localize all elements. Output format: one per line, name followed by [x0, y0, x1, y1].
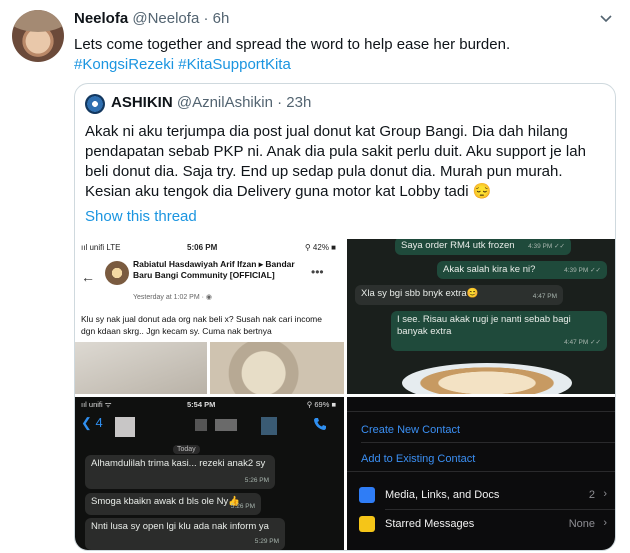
chat-bubble: Alhamdulilah trima kasi... rezeki anak2 …	[85, 455, 275, 489]
show-thread-link[interactable]: Show this thread	[85, 208, 197, 225]
hashtag-link[interactable]: #KongsiRezeki	[74, 56, 174, 73]
chat-message: I see. Risau akak rugi je nanti sebab ba…	[397, 314, 571, 337]
battery-label: ⚲ 42% ■	[304, 243, 336, 252]
starred-messages-row: Starred Messages None ›	[347, 512, 615, 536]
post-time: Yesterday at 1:02 PM · ◉	[133, 294, 212, 301]
photo-icon	[359, 487, 375, 503]
separator-dot: ·	[203, 10, 209, 27]
quoted-time: 23h	[286, 94, 312, 111]
divider	[385, 509, 615, 510]
quoted-author-handle: @AznilAshikin	[176, 94, 273, 111]
separator-dot: ·	[277, 94, 283, 111]
hashtag-row: #KongsiRezeki #KitaSupportKita	[74, 55, 291, 75]
post-text: Klu sy nak jual donut ada org nak beli x…	[81, 314, 322, 336]
post-photo	[210, 342, 344, 394]
divider	[361, 442, 615, 443]
redacted-block	[261, 417, 277, 435]
clock-label: 5:54 PM	[187, 400, 216, 409]
clock-label: 5:06 PM	[187, 243, 218, 252]
author-name[interactable]: Neelofa	[74, 10, 128, 27]
chat-message: Alhamdulilah trima kasi... rezeki anak2 …	[91, 458, 266, 469]
status-bar: ııl unifi LTE 5:06 PM ⚲ 42% ■	[75, 239, 344, 255]
hashtag-link[interactable]: #KitaSupportKita	[178, 56, 291, 73]
row-label: Starred Messages	[385, 518, 475, 530]
divider	[347, 411, 615, 412]
row-label: Media, Links, and Docs	[385, 489, 500, 501]
chevron-right-icon: ›	[603, 488, 607, 500]
battery-label: ⚲ 69% ■	[306, 400, 336, 409]
divider	[347, 471, 615, 472]
tweet: Neelofa @Neelofa · 6h Lets come together…	[0, 0, 630, 553]
redacted-block	[215, 419, 237, 431]
media-grid: ııl unifi LTE 5:06 PM ⚲ 42% ■ ← Rabiatul…	[75, 239, 615, 550]
chat-message: Akak salah kira ke ni?	[443, 264, 536, 275]
status-bar: ııl unifi ᯤ 5:54 PM ⚲ 69% ■	[75, 397, 344, 411]
back-button: ❮ 4	[81, 415, 103, 430]
chat-time: 5:29 PM	[254, 538, 279, 545]
chat-bubble: Akak salah kira ke ni? 4:39 PM ✓✓	[437, 261, 607, 279]
chat-time: 4:47 PM	[532, 293, 557, 300]
redacted-block	[115, 417, 135, 437]
date-divider: Today	[173, 445, 200, 454]
tweet-header: Neelofa @Neelofa · 6h	[74, 10, 229, 27]
chevron-right-icon: ›	[603, 517, 607, 529]
chat-bubble: Saya order RM4 utk frozen 4:39 PM ✓✓	[395, 239, 571, 255]
chat-message: Smoga kbaikn awak d bls ole Ny👍	[91, 496, 241, 507]
quoted-author-name: ASHIKIN	[111, 94, 173, 111]
chat-message: Xla sy bgi sbb bnyk extra😊	[361, 288, 479, 299]
chat-bubble: Nnti lusa sy open lgi klu ada nak inform…	[85, 518, 285, 550]
add-existing-contact-link: Add to Existing Contact	[361, 453, 476, 465]
chat-bubble: Smoga kbaikn awak d bls ole Ny👍 5:26 PM	[85, 493, 261, 515]
tweet-text: Lets come together and spread the word t…	[74, 36, 511, 53]
media-image-facebook-post[interactable]: ııl unifi LTE 5:06 PM ⚲ 42% ■ ← Rabiatul…	[75, 239, 344, 394]
quoted-header: ASHIKIN @AznilAshikin · 23h	[111, 94, 311, 111]
poster-avatar	[105, 261, 129, 285]
chat-time: 4:39 PM ✓✓	[528, 243, 565, 250]
quoted-avatar[interactable]	[85, 94, 105, 114]
donut-photo	[402, 363, 572, 394]
chat-bubble: I see. Risau akak rugi je nanti sebab ba…	[391, 311, 607, 351]
chat-message: Saya order RM4 utk frozen	[401, 240, 515, 251]
chat-bubble: Xla sy bgi sbb bnyk extra😊 4:47 PM	[355, 285, 563, 305]
avatar[interactable]	[12, 10, 64, 62]
post-photo	[75, 342, 207, 394]
carrier-label: ııl unifi ᯤ	[81, 400, 112, 409]
star-icon	[359, 516, 375, 532]
chat-message: Nnti lusa sy open lgi klu ada nak inform…	[91, 521, 269, 532]
back-arrow-icon: ←	[81, 269, 95, 285]
carrier-label: ııl unifi LTE	[81, 243, 121, 252]
media-links-docs-row: Media, Links, and Docs 2 ›	[347, 483, 615, 507]
chat-time: 4:39 PM ✓✓	[564, 267, 601, 274]
media-image-contact-options[interactable]: Create New Contact Add to Existing Conta…	[347, 397, 615, 550]
chat-time: 5:26 PM	[230, 503, 255, 510]
more-options-icon: •••	[311, 265, 324, 279]
tweet-time[interactable]: 6h	[213, 10, 230, 27]
poster-name: Rabiatul Hasdawiyah Arif Ifzan ▸ Bandar …	[133, 259, 295, 280]
phone-icon	[313, 417, 327, 431]
create-contact-link: Create New Contact	[361, 424, 461, 436]
chat-time: 5:26 PM	[244, 477, 269, 484]
quoted-tweet[interactable]: ASHIKIN @AznilAshikin · 23h Akak ni aku …	[74, 83, 616, 551]
media-image-chat-thanks[interactable]: ııl unifi ᯤ 5:54 PM ⚲ 69% ■ ❮ 4 Today Al…	[75, 397, 344, 550]
redacted-block	[195, 419, 207, 431]
row-value: 2	[588, 489, 595, 501]
media-image-chat-order[interactable]: Saya order RM4 utk frozen 4:39 PM ✓✓ Aka…	[347, 239, 615, 394]
chat-time: 4:47 PM ✓✓	[564, 339, 601, 346]
chevron-down-icon[interactable]	[598, 10, 614, 26]
author-handle[interactable]: @Neelofa	[132, 10, 199, 27]
row-value: None	[568, 518, 595, 530]
quoted-text: Akak ni aku terjumpa dia post jual donut…	[85, 123, 586, 200]
